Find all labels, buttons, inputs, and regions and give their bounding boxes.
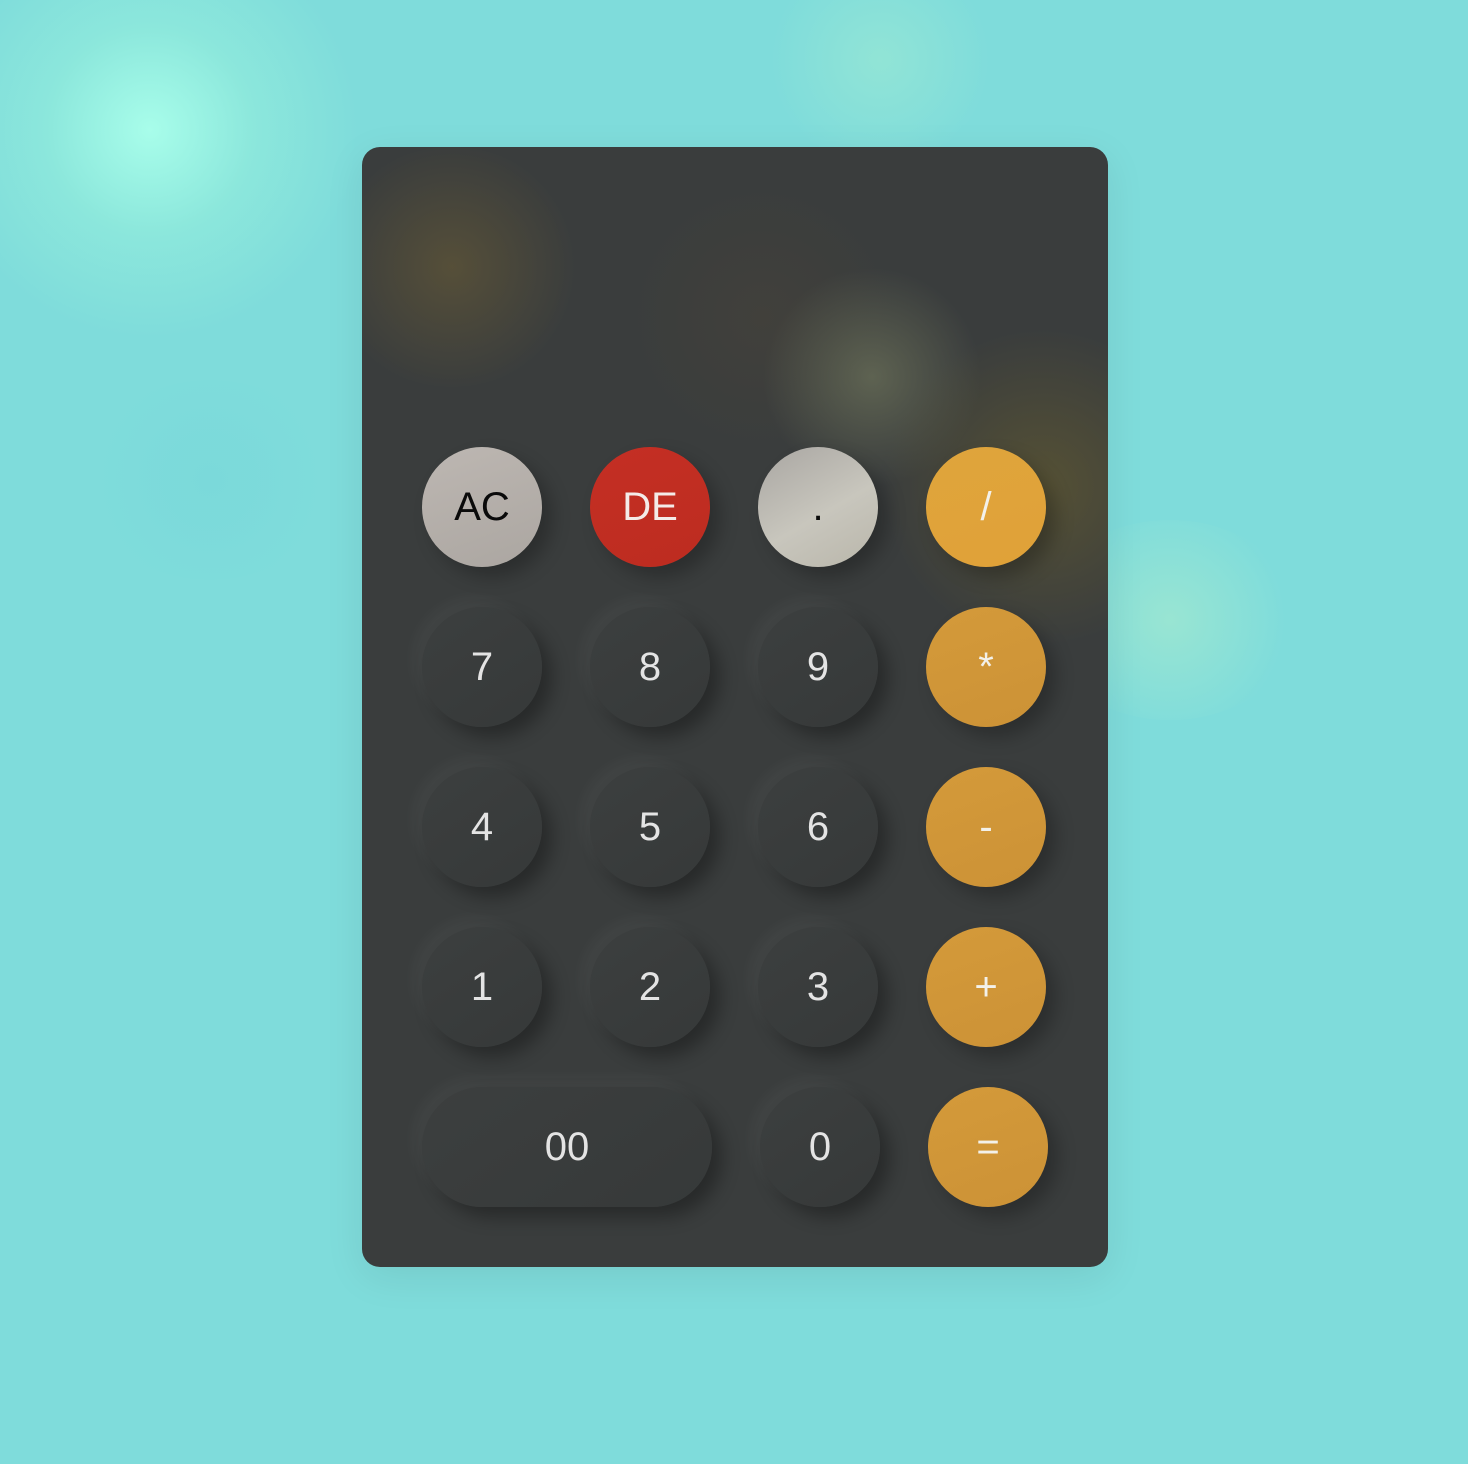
background-glow bbox=[0, 0, 360, 340]
digit-7-button[interactable]: 7 bbox=[422, 607, 542, 727]
digit-4-button[interactable]: 4 bbox=[422, 767, 542, 887]
digit-3-button[interactable]: 3 bbox=[758, 927, 878, 1047]
calculator-display bbox=[422, 207, 1048, 407]
digit-8-button[interactable]: 8 bbox=[590, 607, 710, 727]
digit-1-button[interactable]: 1 bbox=[422, 927, 542, 1047]
add-button[interactable]: + bbox=[926, 927, 1046, 1047]
digit-5-button[interactable]: 5 bbox=[590, 767, 710, 887]
all-clear-button[interactable]: AC bbox=[422, 447, 542, 567]
double-zero-button[interactable]: 00 bbox=[422, 1087, 712, 1207]
decimal-button[interactable]: . bbox=[758, 447, 878, 567]
delete-button[interactable]: DE bbox=[590, 447, 710, 567]
digit-2-button[interactable]: 2 bbox=[590, 927, 710, 1047]
equals-button[interactable]: = bbox=[928, 1087, 1048, 1207]
background-glow bbox=[80, 380, 340, 580]
multiply-button[interactable]: * bbox=[926, 607, 1046, 727]
subtract-button[interactable]: - bbox=[926, 767, 1046, 887]
background-glow bbox=[760, 0, 1000, 160]
digit-0-button[interactable]: 0 bbox=[760, 1087, 880, 1207]
calculator: AC DE . / 7 8 9 * 4 5 6 - 1 2 3 + 00 0 = bbox=[362, 147, 1108, 1267]
digit-6-button[interactable]: 6 bbox=[758, 767, 878, 887]
divide-button[interactable]: / bbox=[926, 447, 1046, 567]
digit-9-button[interactable]: 9 bbox=[758, 607, 878, 727]
